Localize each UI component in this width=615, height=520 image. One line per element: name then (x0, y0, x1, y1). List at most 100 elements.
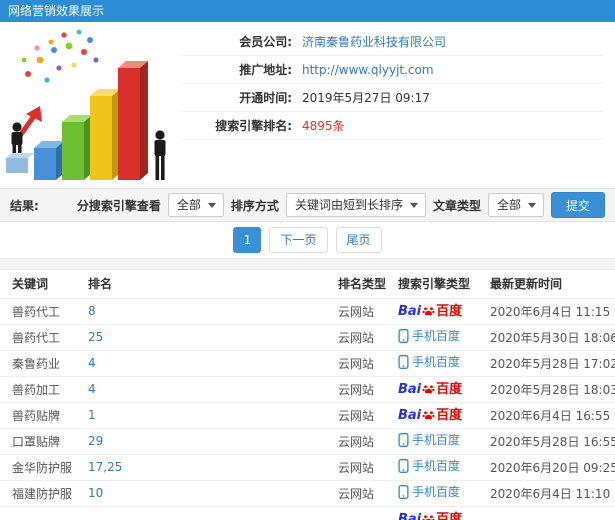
rank-type-cell: 云网站 (338, 454, 398, 481)
rank-type-cell: 云网站 (338, 298, 398, 325)
updated-time-cell: 2020年5月28日 16:55 (490, 428, 615, 455)
rank-type-cell: 云网站 (338, 480, 398, 507)
table-row: 秦鲁药业 4 云网站 手机百度 2020年5月28日 17:02 (0, 350, 615, 377)
page-title: 网络营销效果展示 (8, 4, 105, 18)
mobile-phone-icon (398, 354, 409, 369)
rank-cell: 4 (88, 376, 338, 403)
mobile-phone-icon (398, 484, 409, 499)
rank-cell: 29 (88, 428, 338, 455)
table-row: 兽药贴牌 1 云网站 Bai 百度 2020年6月4日 16:55 (0, 402, 615, 429)
updated-time-cell: 2020年6月4日 16:55 (490, 402, 615, 429)
keyword-cell: 兽药加工 (0, 376, 88, 403)
header-keyword: 关键词 (0, 270, 88, 299)
engine-type-cell: Bai 百度 (398, 376, 490, 403)
keyword-cell: 口罩贴牌 (0, 428, 88, 455)
rank-link[interactable]: 10 (88, 486, 103, 500)
mobile-baidu-label: 手机百度 (398, 484, 460, 499)
sort-order-value: 关键词由短到长排序 (294, 198, 403, 212)
rank-link[interactable]: 25 (88, 330, 103, 344)
engine-filter-select[interactable]: 全部 (167, 193, 224, 217)
baidu-logo: Bai 百度 (398, 304, 463, 319)
page-number-current[interactable]: 1 (233, 227, 262, 253)
updated-time-cell: 2020年6月20日 09:25 (490, 454, 615, 481)
keyword-cell: 兽药贴牌 (0, 402, 88, 429)
mobile-phone-icon (398, 458, 409, 473)
header-updated-time: 最新更新时间 (490, 270, 615, 299)
rank-link[interactable]: 4 (88, 356, 96, 370)
table-row: 兽药代工 25 云网站 手机百度 2020年5月30日 18:06 (0, 324, 615, 351)
updated-time-cell: 2020年5月28日 17:02 (490, 350, 615, 377)
pagination: 1 下一页 尾页 (0, 222, 615, 258)
keyword-cell: 福建防护服 (0, 480, 88, 507)
promo-url-label: 推广地址: (239, 63, 292, 77)
rank-link[interactable]: 4 (88, 382, 96, 396)
baidu-logo: Bai 百度 (398, 513, 462, 520)
keyword-rank-table: 关键词 排名 排名类型 搜索引擎类型 最新更新时间 兽药代工 8 云网站 Bai 百度 2… (0, 270, 615, 520)
member-info-section: 会员公司: 济南秦鲁药业科技有限公司 推广地址: http://www.qlyy… (0, 22, 615, 188)
table-row: 兽药代工 8 云网站 Bai 百度 2020年6月4日 11:15 (0, 298, 615, 325)
engine-filter-label: 分搜索引擎查看 (76, 198, 161, 213)
confetti-dots (21, 29, 99, 83)
rank-cell: 4 (88, 350, 338, 377)
rank-link[interactable]: 1 (88, 408, 96, 422)
rank-type-cell: 云网站 (338, 350, 398, 377)
section-divider (0, 258, 615, 270)
mobile-baidu-label: 手机百度 (398, 354, 460, 369)
updated-time-cell: 2020年5月28日 18:03 (490, 376, 615, 403)
engine-rank-label: 搜索引擎排名: (215, 119, 292, 133)
rank-link[interactable]: 17,25 (88, 460, 122, 474)
mobile-baidu-label: 手机百度 (398, 328, 460, 343)
rank-cell: 8 (88, 298, 338, 325)
rank-type-cell: 云网站 (338, 324, 398, 351)
mobile-phone-icon (398, 328, 409, 343)
updated-time-cell: 2020年6月4日 11:10 (490, 480, 615, 507)
results-label: 结果: (10, 198, 39, 213)
header-rank-type: 排名类型 (338, 270, 398, 299)
member-info-list: 会员公司: 济南秦鲁药业科技有限公司 推广地址: http://www.qlyy… (182, 22, 615, 188)
opened-time-label: 开通时间: (239, 91, 292, 105)
article-type-value: 全部 (496, 198, 521, 212)
rank-link[interactable]: 8 (88, 304, 96, 318)
rank-type-cell: 云网站 (338, 428, 398, 455)
engine-type-cell: Bai 百度 (398, 402, 490, 429)
article-type-label: 文章类型 (432, 198, 481, 213)
table-row: 兽药加工 4 云网站 Bai 百度 2020年5月28日 18:03 (0, 376, 615, 403)
info-row-opened: 开通时间: 2019年5月27日 09:17 (182, 84, 603, 112)
table-row: Bai 百度 (0, 506, 615, 520)
mobile-baidu-label: 手机百度 (398, 432, 460, 447)
keyword-cell (0, 506, 88, 520)
window-titlebar: 网络营销效果展示 (0, 0, 615, 22)
submit-button[interactable]: 提交 (550, 192, 605, 218)
updated-time-cell (490, 506, 615, 520)
keyword-cell: 兽药代工 (0, 298, 88, 325)
engine-type-cell: 手机百度 (398, 480, 490, 507)
engine-type-cell: Bai 百度 (398, 298, 490, 325)
rank-link[interactable]: 29 (88, 434, 103, 448)
engine-filter-value: 全部 (176, 198, 201, 212)
next-page-button[interactable]: 下一页 (269, 227, 328, 253)
promo-url-link[interactable]: http://www.qlyyjt.com (302, 63, 434, 77)
info-row-url: 推广地址: http://www.qlyyjt.com (182, 56, 603, 84)
company-label: 会员公司: (239, 35, 292, 49)
sort-order-select[interactable]: 关键词由短到长排序 (285, 193, 426, 217)
chart-illustration-svg (6, 29, 166, 180)
businessman-left-figure (6, 122, 34, 173)
last-page-button[interactable]: 尾页 (335, 227, 382, 253)
baidu-paw-icon (422, 307, 435, 316)
keyword-cell: 兽药代工 (0, 324, 88, 351)
company-link[interactable]: 济南秦鲁药业科技有限公司 (302, 33, 446, 50)
filter-controls: 分搜索引擎查看 全部 排序方式 关键词由短到长排序 文章类型 全部 提交 (77, 192, 605, 218)
businessman-right-figure (154, 130, 166, 180)
engine-type-cell: Bai 百度 (398, 506, 490, 520)
filter-bar: 结果: 分搜索引擎查看 全部 排序方式 关键词由短到长排序 文章类型 全部 提交 (0, 188, 615, 222)
rank-cell: 17,25 (88, 454, 338, 481)
table-row: 福建防护服 10 云网站 手机百度 2020年6月4日 11:10 (0, 480, 615, 507)
baidu-logo: Bai 百度 (398, 382, 463, 397)
baidu-paw-icon (422, 385, 435, 394)
article-type-select[interactable]: 全部 (487, 193, 544, 217)
rank-cell: 25 (88, 324, 338, 351)
engine-rank-count: 4895条 (302, 119, 345, 133)
keyword-cell: 金华防护服 (0, 454, 88, 481)
updated-time-cell: 2020年5月30日 18:06 (490, 324, 615, 351)
bar-yellow (90, 89, 120, 180)
